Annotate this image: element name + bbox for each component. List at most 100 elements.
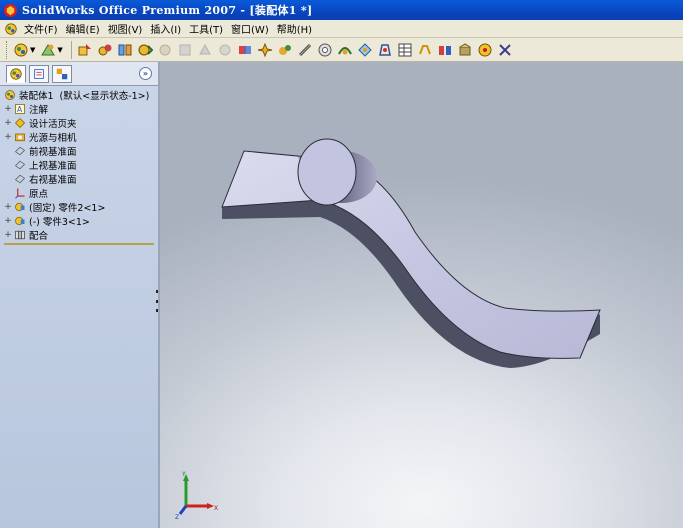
tab-property-manager[interactable] [29,64,49,83]
view-dropdown-icon[interactable]: ▼ [57,46,62,54]
expand-panel-icon[interactable]: » [139,67,152,80]
tree-item-label: 设计活页夹 [29,119,77,130]
menu-view[interactable]: 视图(V) [106,21,149,36]
assembly-model[interactable] [160,62,683,528]
title-bar: SolidWorks Office Premium 2007 - [装配体1 *… [0,0,683,20]
tree-item-origin[interactable]: 原点 [4,186,158,200]
feature-manager-icon [10,67,22,80]
bom-icon[interactable] [396,41,414,59]
tree-root-assembly[interactable]: 装配体1 (默认<显示状态-1>) [4,88,158,102]
lights-cameras-icon [14,131,26,143]
menu-insert[interactable]: 插入(I) [148,21,187,36]
expand-icon[interactable]: + [4,104,12,114]
mate-icon[interactable] [116,41,134,59]
svg-text:A: A [17,105,23,114]
tree-item-part2[interactable]: + (固定) 零件2<1> [4,200,158,214]
plane-icon [14,173,26,185]
tree-item-label: 光源与相机 [29,133,77,144]
triad-z-label: Z [175,514,179,520]
tree-item-annotations[interactable]: + A 注解 [4,102,158,116]
plate-top-face [221,150,601,359]
menu-edit[interactable]: 编辑(E) [64,21,106,36]
tree-item-label: (-) 零件3<1> [29,217,90,228]
assembly-toolbar: ▼ ▼ [0,38,683,62]
tree-item-front-plane[interactable]: 前视基准面 [4,144,158,158]
panel-splitter-handle[interactable] [156,290,159,312]
panel-tabs: » [0,62,158,86]
toolbar-separator [70,40,72,59]
tree-item-label: 原点 [29,189,49,200]
expand-icon[interactable]: + [4,118,12,128]
tree-item-label: 注解 [29,105,49,116]
clearance-icon[interactable] [296,41,314,59]
tree-item-label: 右视基准面 [29,175,77,186]
explode-line-icon[interactable] [216,41,234,59]
physical-dynamics-icon[interactable] [276,41,294,59]
view-orientation-icon[interactable] [39,41,57,59]
tree-item-lights-cameras[interactable]: + 光源与相机 [4,130,158,144]
expand-icon[interactable]: + [4,132,12,142]
exploded-view-icon[interactable] [196,41,214,59]
mates-icon [14,229,26,241]
tree-item-label: 配合 [29,231,49,242]
insert-component-icon[interactable] [76,41,94,59]
plane-icon [14,159,26,171]
graphics-area[interactable]: Y X Z [160,62,683,528]
expand-icon[interactable]: + [4,202,12,212]
rotate-component-icon[interactable] [156,41,174,59]
move-component-icon[interactable] [136,41,154,59]
smart-fasteners-icon[interactable] [176,41,194,59]
photoworks-icon[interactable] [476,41,494,59]
menu-tools[interactable]: 工具(T) [187,21,229,36]
coordinate-triad-icon: Y X Z [175,471,218,520]
menu-help[interactable]: 帮助(H) [275,21,318,36]
plane-icon [14,145,26,157]
assembly-name: 装配体1 [19,91,54,102]
part-icon [14,215,26,227]
cosmos-icon[interactable] [496,41,514,59]
tree-item-right-plane[interactable]: 右视基准面 [4,172,158,186]
triad-x-label: X [214,505,218,512]
property-manager-icon [34,68,44,79]
tree-item-label: 上视基准面 [29,161,77,172]
tab-feature-manager[interactable] [6,64,26,83]
instant3d-icon[interactable] [416,41,434,59]
menu-window[interactable]: 窗口(W) [229,21,275,36]
assembly-icon [4,89,16,101]
menu-bar: 文件(F) 编辑(E) 视图(V) 插入(I) 工具(T) 窗口(W) 帮助(H… [0,20,683,38]
feature-tree: 装配体1 (默认<显示状态-1>) + A 注解 + 设计活页夹 + 光源与相机 [0,86,158,245]
tree-item-label: 前视基准面 [29,147,77,158]
tree-item-top-plane[interactable]: 上视基准面 [4,158,158,172]
rollback-bar[interactable] [4,243,154,245]
assembly-document-icon[interactable] [4,22,18,36]
part-icon [14,201,26,213]
assembly-icon[interactable] [12,41,30,59]
expand-icon[interactable]: + [4,230,12,240]
appearance-icon[interactable] [456,41,474,59]
design-binder-icon [14,117,26,129]
expand-icon[interactable]: + [4,216,12,226]
toolbar-grip[interactable] [6,40,9,59]
configuration-manager-icon [56,68,68,79]
tree-item-part3[interactable]: + (-) 零件3<1> [4,214,158,228]
reference-geometry-icon[interactable] [356,41,374,59]
tree-item-label: (固定) 零件2<1> [29,203,106,214]
tree-item-mates[interactable]: + 配合 [4,228,158,242]
tree-item-design-binder[interactable]: + 设计活页夹 [4,116,158,130]
feature-manager-panel: » 装配体1 (默认<显示状态-1>) + A 注解 + 设计活页夹 + 光源与… [0,62,160,528]
tab-configuration-manager[interactable] [52,64,72,83]
interference-icon[interactable] [236,41,254,59]
hole-series-icon[interactable] [316,41,334,59]
origin-icon [14,187,26,199]
window-title: SolidWorks Office Premium 2007 - [装配体1 *… [22,4,313,17]
annotations-icon: A [14,103,26,115]
menu-file[interactable]: 文件(F) [22,21,64,36]
toolbox-icon[interactable] [436,41,454,59]
assembly-feature-icon[interactable] [336,41,354,59]
hide-show-icon[interactable] [96,41,114,59]
assembly-dropdown-icon[interactable]: ▼ [30,46,35,54]
sketch-icon[interactable] [376,41,394,59]
assembly-config: (默认<显示状态-1>) [59,91,150,102]
collision-icon[interactable] [256,41,274,59]
cylinder-top-face [297,138,357,206]
